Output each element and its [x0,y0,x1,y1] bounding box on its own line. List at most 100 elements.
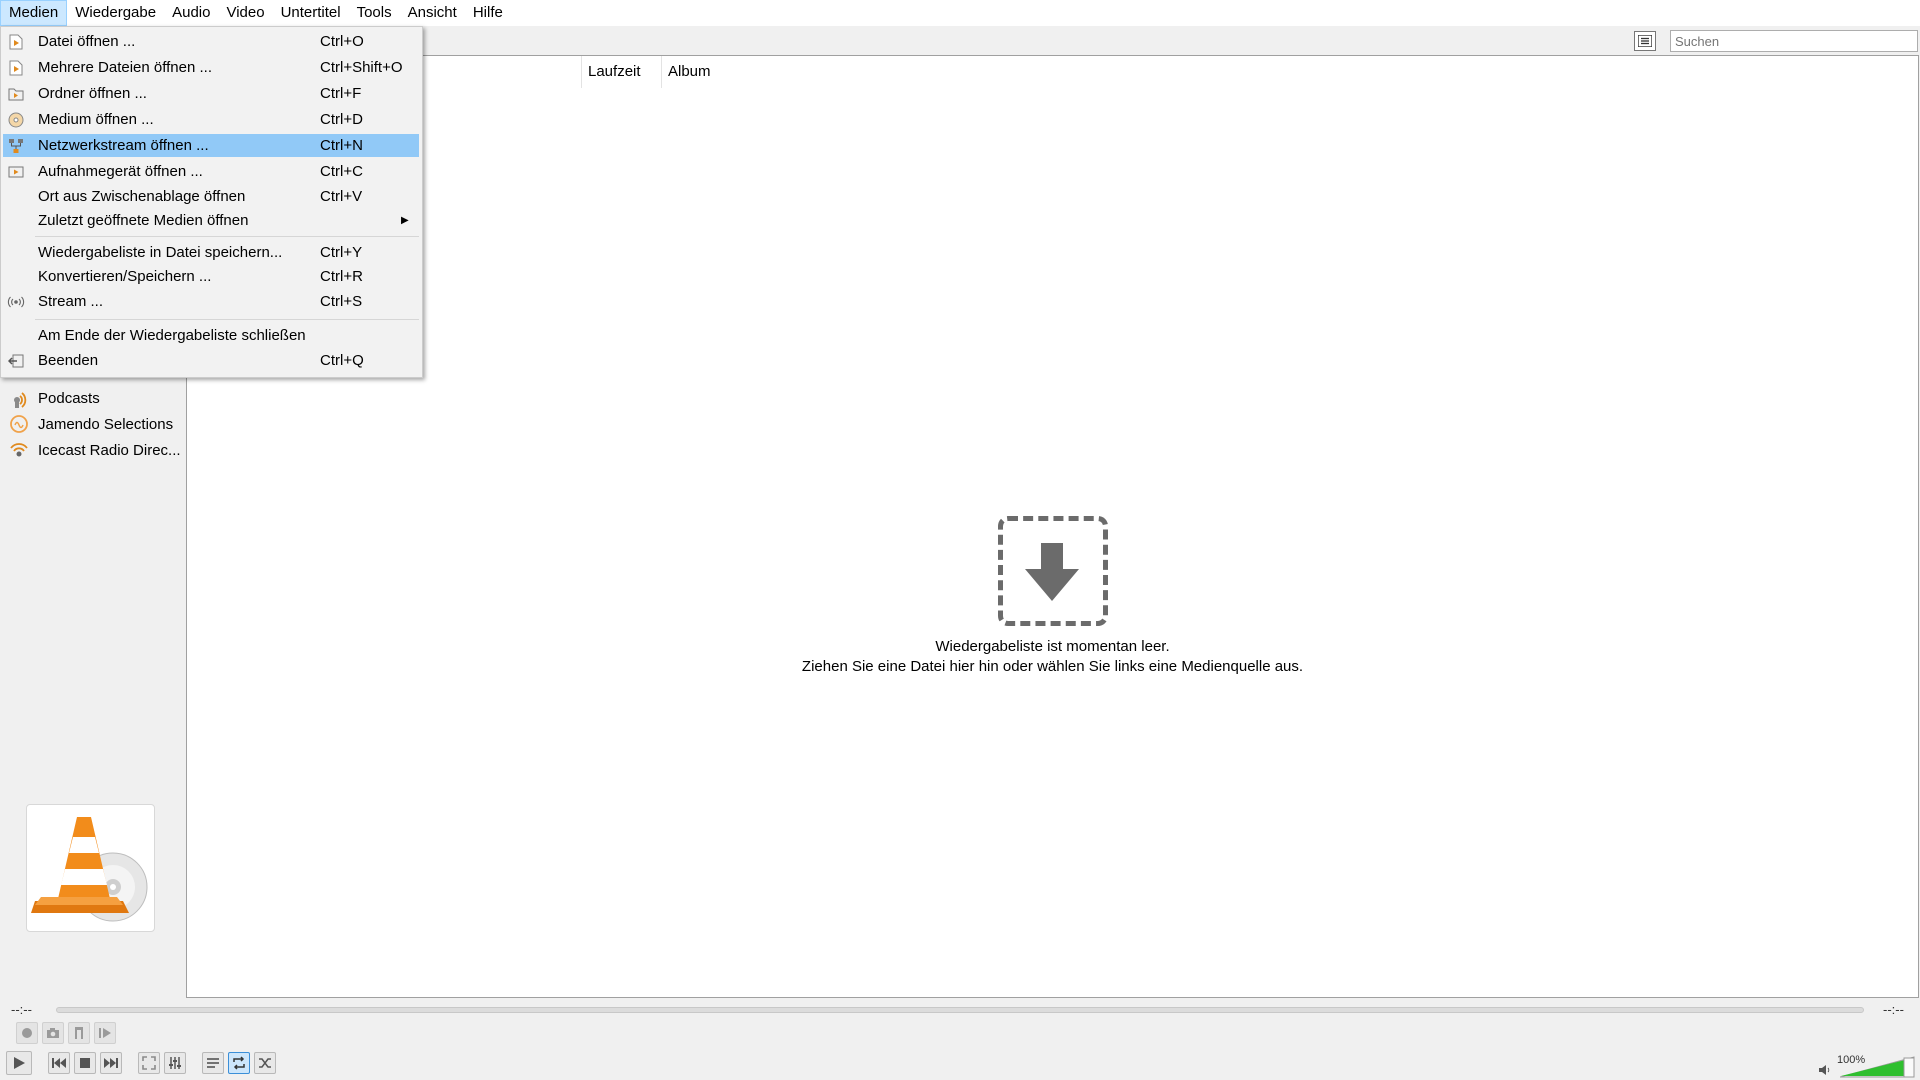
next-button[interactable] [100,1052,122,1074]
menu-tools[interactable]: Tools [349,0,400,26]
menu-item-shortcut: Ctrl+Shift+O [320,59,403,76]
menu-item-shortcut: Ctrl+Y [320,244,363,261]
sidebar-item-podcasts[interactable]: Podcasts [8,386,100,410]
search-input[interactable] [1670,30,1918,52]
menubar: Medien Wiedergabe Audio Video Untertitel… [0,0,1920,26]
loop-button[interactable] [228,1052,250,1074]
menu-item-open-folder[interactable]: Ordner öffnen ... Ctrl+F [3,82,419,105]
play-button[interactable] [6,1051,32,1075]
play-icon [14,1057,25,1069]
playlist-panel[interactable]: Laufzeit Album Wiedergabeliste ist momen… [186,55,1919,998]
menu-item-label: Ordner öffnen ... [38,85,147,102]
menu-item-shortcut: Ctrl+V [320,188,363,205]
column-header-duration[interactable]: Laufzeit [581,56,661,88]
stop-button[interactable] [74,1052,96,1074]
menu-item-shortcut: Ctrl+R [320,268,363,285]
next-icon [104,1058,118,1068]
menu-medien[interactable]: Medien [0,0,68,26]
menu-item-label: Ort aus Zwischenablage öffnen [38,188,246,205]
stream-icon [7,293,25,311]
menu-item-save-playlist[interactable]: Wiedergabeliste in Datei speichern... Ct… [3,241,419,264]
empty-message-line1: Wiedergabeliste ist momentan leer. [935,638,1170,655]
menu-separator [35,236,419,237]
network-icon [7,137,25,155]
sidebar-item-jamendo[interactable]: Jamendo Selections [8,412,173,436]
menu-item-convert-save[interactable]: Konvertieren/Speichern ... Ctrl+R [3,265,419,288]
menu-item-open-network-stream[interactable]: Netzwerkstream öffnen ... Ctrl+N [3,134,419,157]
menu-wiedergabe[interactable]: Wiedergabe [67,0,164,26]
menu-video[interactable]: Video [218,0,272,26]
menu-item-label: Aufnahmegerät öffnen ... [38,163,203,180]
menu-item-label: Netzwerkstream öffnen ... [38,137,209,154]
record-button[interactable] [16,1022,38,1044]
playlist-view-button[interactable] [1634,31,1656,51]
folder-icon [7,85,25,103]
menu-item-shortcut: Ctrl+N [320,137,363,154]
quit-icon [7,352,25,370]
submenu-arrow-icon: ▶ [401,215,409,226]
fullscreen-icon [142,1056,156,1070]
menu-item-label: Zuletzt geöffnete Medien öffnen [38,212,249,229]
snapshot-button[interactable] [42,1022,64,1044]
menu-item-shortcut: Ctrl+F [320,85,362,102]
menu-separator [35,319,419,320]
menu-item-quit-at-end[interactable]: Am Ende der Wiedergabeliste schließen [3,324,419,347]
disc-icon [7,111,25,129]
elapsed-time: --:-- [11,1002,32,1017]
seek-slider[interactable] [56,1007,1864,1013]
menu-item-label: Medium öffnen ... [38,111,154,128]
sidebar-item-icecast[interactable]: Icecast Radio Direc... [8,438,181,462]
podcast-icon [8,387,30,409]
fullscreen-button[interactable] [138,1052,160,1074]
menu-hilfe[interactable]: Hilfe [465,0,511,26]
album-art [26,804,155,932]
menu-untertitel[interactable]: Untertitel [273,0,349,26]
sidebar-item-label: Jamendo Selections [38,415,174,433]
empty-message-line2: Ziehen Sie eine Datei hier hin oder wähl… [801,658,1304,675]
shuffle-icon [259,1058,271,1068]
menu-item-stream[interactable]: Stream ... Ctrl+S [3,290,419,313]
loop-ab-icon [75,1027,83,1039]
menu-item-open-file[interactable]: Datei öffnen ... Ctrl+O [3,30,419,53]
files-icon [7,59,25,77]
equalizer-icon [169,1057,181,1069]
extended-settings-button[interactable] [164,1052,186,1074]
menu-item-open-disc[interactable]: Medium öffnen ... Ctrl+D [3,108,419,131]
file-icon [7,33,25,51]
column-header-album[interactable]: Album [661,56,861,88]
drop-arrow-icon [1024,543,1079,601]
stop-icon [80,1058,90,1068]
record-icon [22,1028,32,1038]
frame-step-button[interactable] [94,1022,116,1044]
speaker-icon[interactable] [1818,1064,1832,1076]
loop-icon [233,1056,245,1070]
menu-audio[interactable]: Audio [164,0,218,26]
menu-item-recent-media[interactable]: Zuletzt geöffnete Medien öffnen ▶ [3,209,419,232]
menu-item-label: Stream ... [38,293,104,310]
icecast-icon [8,439,30,461]
list-view-icon [1638,35,1652,47]
playlist-icon [207,1058,219,1068]
vlc-cone-icon [31,817,148,922]
menu-item-quit[interactable]: Beenden Ctrl+Q [3,349,419,372]
menu-item-open-capture-device[interactable]: Aufnahmegerät öffnen ... Ctrl+C [3,160,419,183]
previous-button[interactable] [48,1052,70,1074]
camera-icon [47,1028,59,1038]
menu-item-open-from-clipboard[interactable]: Ort aus Zwischenablage öffnen Ctrl+V [3,185,419,208]
menu-item-label: Beenden [38,352,99,369]
capture-icon [7,163,25,181]
playlist-toggle-button[interactable] [202,1052,224,1074]
menu-item-shortcut: Ctrl+O [320,33,364,50]
menu-item-shortcut: Ctrl+S [320,293,363,310]
menu-item-label: Mehrere Dateien öffnen ... [38,59,212,76]
frame-step-icon [99,1028,111,1038]
menu-item-label: Am Ende der Wiedergabeliste schließen [38,327,306,344]
volume-slider[interactable] [1840,1056,1916,1078]
empty-playlist-message: Wiedergabeliste ist momentan leer. Ziehe… [187,516,1918,675]
loop-ab-button[interactable] [68,1022,90,1044]
shuffle-button[interactable] [254,1052,276,1074]
menu-item-label: Konvertieren/Speichern ... [38,268,212,285]
menu-item-open-multiple-files[interactable]: Mehrere Dateien öffnen ... Ctrl+Shift+O [3,56,419,79]
menu-ansicht[interactable]: Ansicht [400,0,465,26]
menu-item-shortcut: Ctrl+C [320,163,363,180]
